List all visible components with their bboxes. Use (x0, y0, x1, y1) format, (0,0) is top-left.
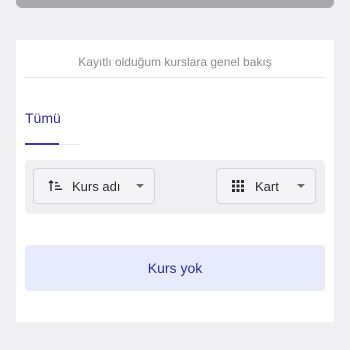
active-tab-indicator (25, 143, 59, 145)
view-dropdown[interactable]: Kart (216, 168, 316, 204)
sort-dropdown[interactable]: Kurs adı (33, 168, 155, 204)
course-toolbar: Kurs adı Kart (25, 160, 325, 214)
chevron-down-icon (136, 184, 144, 188)
view-dropdown-label: Kart (255, 178, 279, 194)
tab-all[interactable]: Tümü (25, 110, 61, 126)
course-overview-card: Kayıtlı olduğum kurslara genel bakış Tüm… (16, 40, 334, 322)
grid-icon (231, 179, 245, 193)
divider (24, 77, 326, 78)
empty-state: Kurs yok (25, 245, 325, 291)
tab-track (59, 144, 80, 145)
top-scroll-bar (16, 0, 334, 8)
sort-dropdown-label: Kurs adı (72, 178, 121, 194)
empty-state-message: Kurs yok (147, 260, 203, 276)
chevron-down-icon (297, 184, 305, 188)
page-subtitle: Kayıtlı olduğum kurslara genel bakış (78, 55, 272, 69)
sort-ascending-icon (48, 179, 62, 193)
